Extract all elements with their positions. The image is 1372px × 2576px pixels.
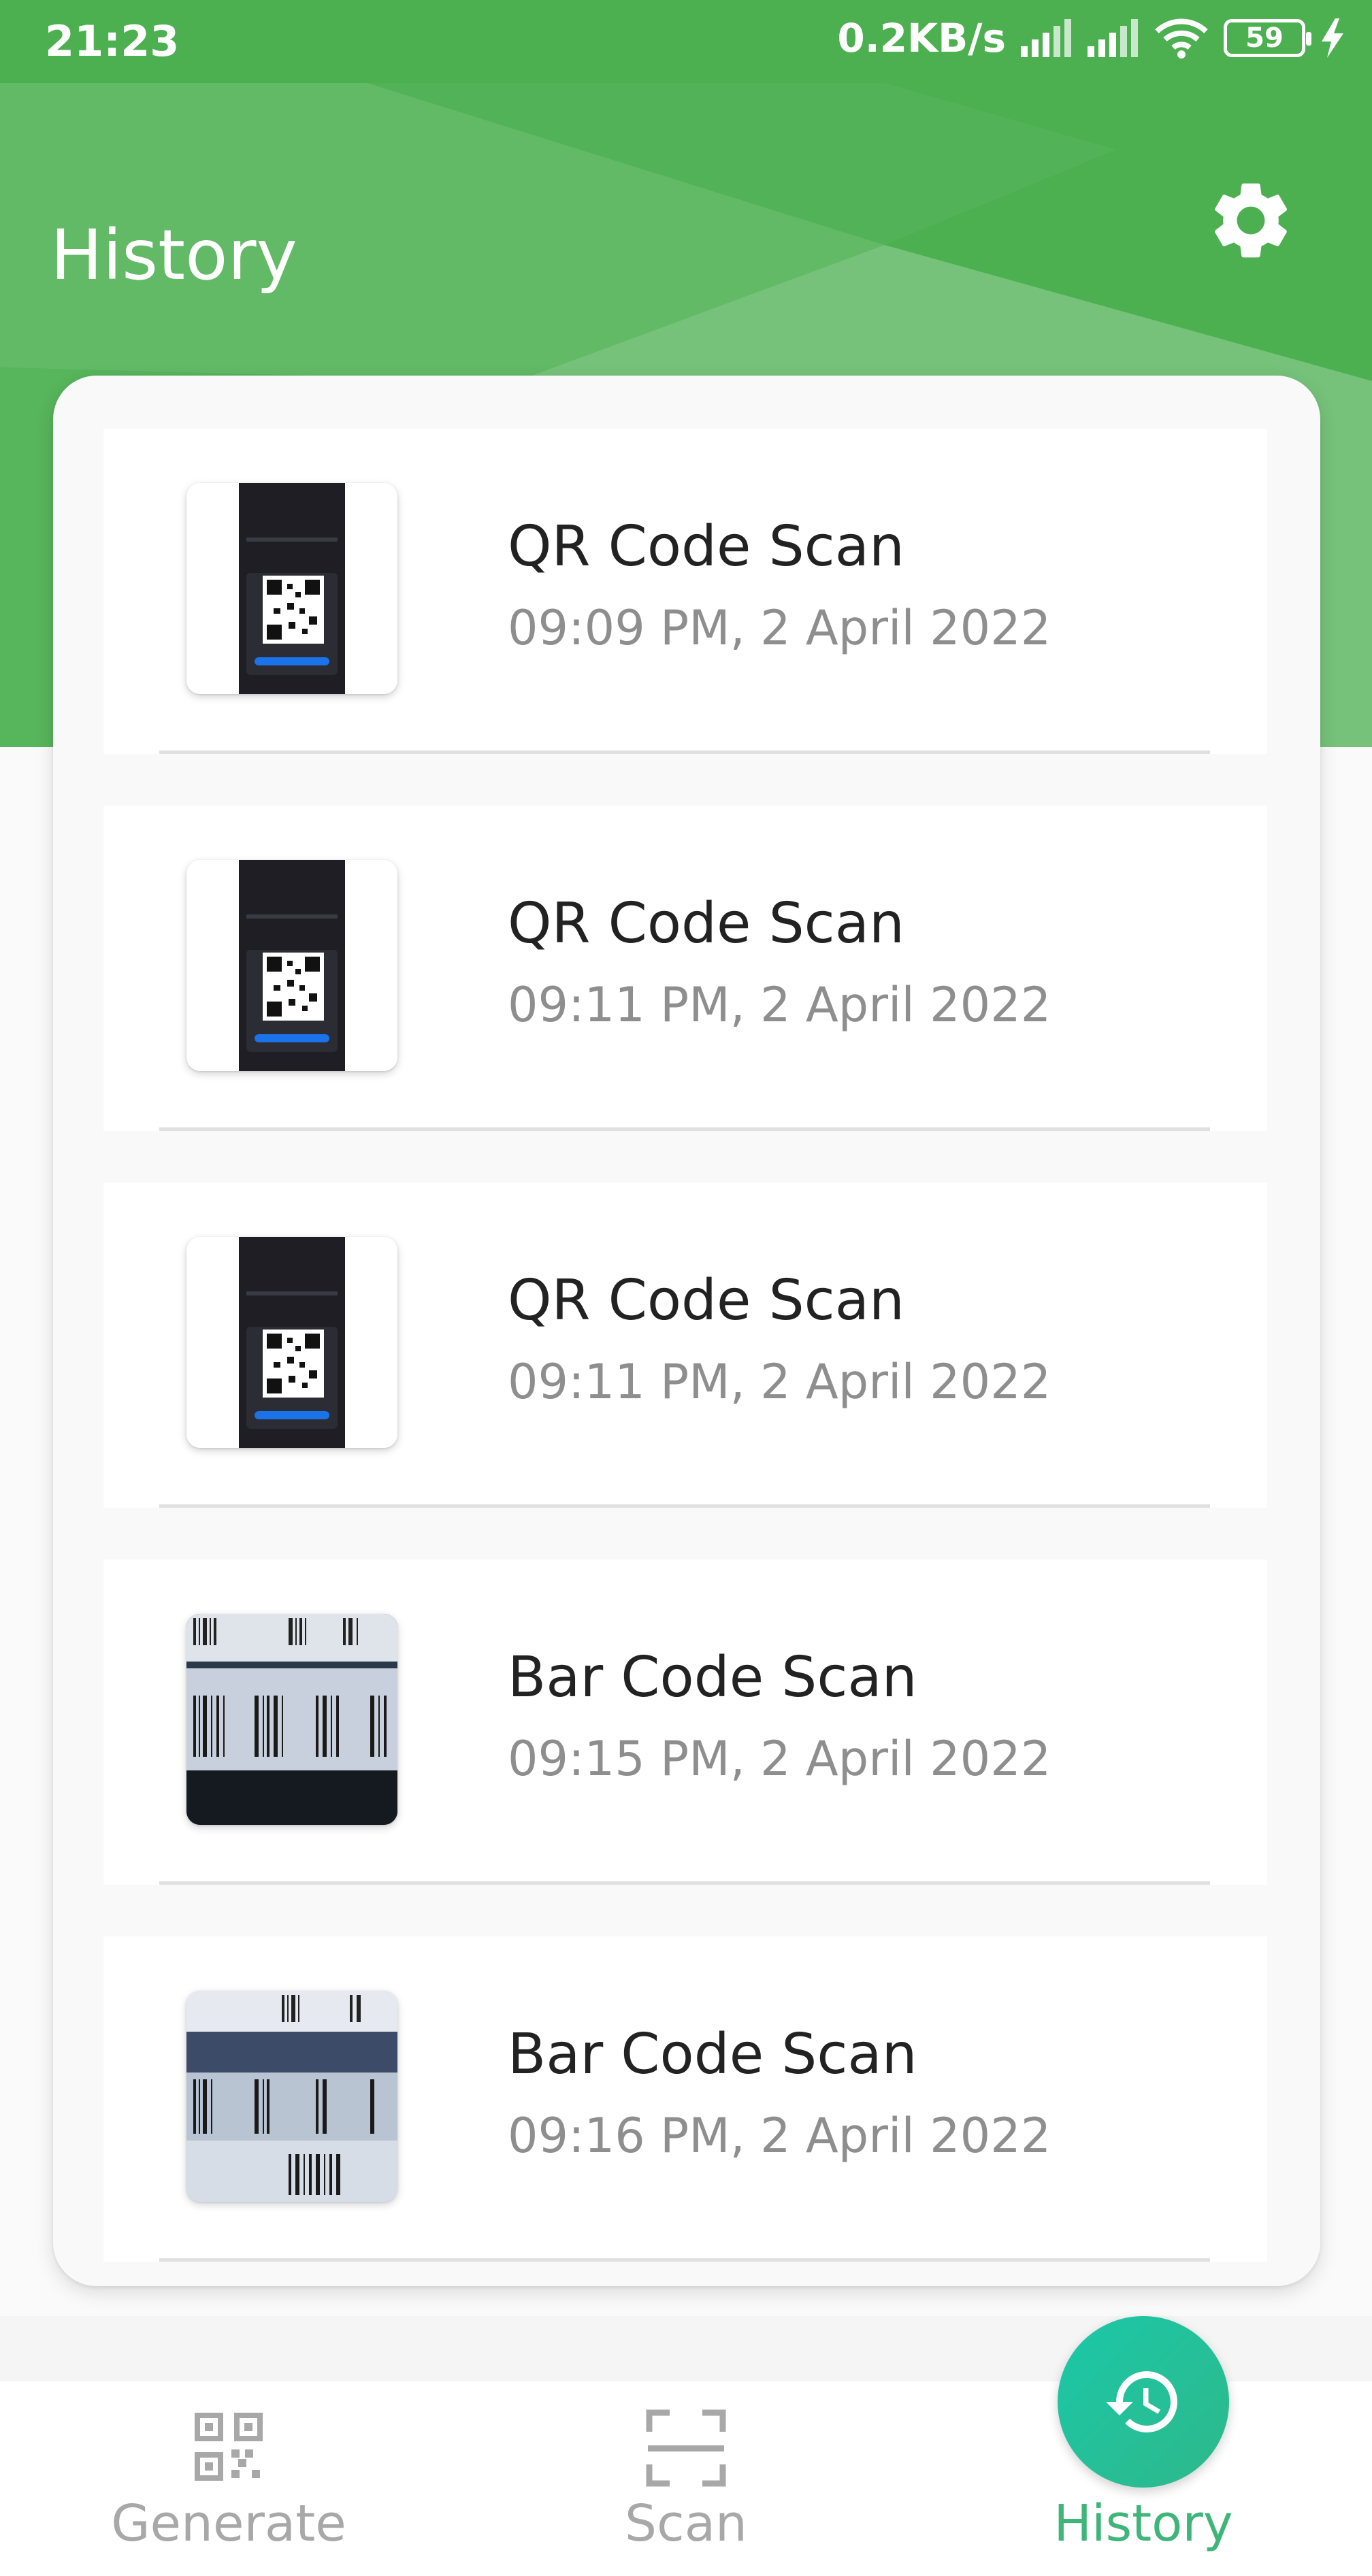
charging-icon — [1322, 18, 1343, 58]
nav-scan[interactable]: Scan — [457, 2381, 915, 2576]
qr-thumbnail — [186, 483, 397, 694]
nav-scan-label: Scan — [625, 2494, 747, 2553]
status-time: 21:23 — [45, 16, 180, 66]
signal-icon-2 — [1088, 19, 1138, 57]
divider — [159, 750, 1210, 754]
signal-icon — [1021, 19, 1071, 57]
qr-thumbnail — [186, 1237, 397, 1448]
qr-generate-icon — [195, 2413, 263, 2481]
network-speed: 0.2KB/s — [837, 15, 1006, 61]
divider — [159, 2258, 1210, 2262]
barcode-thumbnail — [186, 1614, 397, 1825]
history-item[interactable]: QR Code Scan 09:11 PM, 2 April 2022 — [103, 806, 1267, 1131]
history-list-card: QR Code Scan 09:09 PM, 2 April 2022 QR C… — [53, 376, 1320, 2286]
item-timestamp: 09:16 PM, 2 April 2022 — [508, 2108, 1051, 2164]
nav-generate[interactable]: Generate — [0, 2381, 457, 2576]
divider — [159, 1881, 1210, 1885]
qr-thumbnail — [186, 860, 397, 1071]
status-bar: 21:23 0.2KB/s 59 — [0, 0, 1372, 83]
item-title: Bar Code Scan — [508, 1645, 917, 1710]
item-timestamp: 09:15 PM, 2 April 2022 — [508, 1731, 1051, 1787]
divider — [159, 1504, 1210, 1508]
item-timestamp: 09:11 PM, 2 April 2022 — [508, 977, 1051, 1033]
history-item[interactable]: QR Code Scan 09:09 PM, 2 April 2022 — [103, 429, 1267, 754]
item-timestamp: 09:09 PM, 2 April 2022 — [508, 600, 1051, 656]
item-title: QR Code Scan — [508, 514, 904, 579]
page-title: History — [50, 215, 297, 296]
battery-icon: 59 — [1224, 19, 1311, 57]
history-item[interactable]: Bar Code Scan 09:16 PM, 2 April 2022 — [103, 1936, 1267, 2262]
divider — [159, 1127, 1210, 1131]
settings-button[interactable] — [1205, 174, 1297, 267]
scan-icon — [646, 2409, 726, 2487]
gear-icon — [1215, 183, 1287, 258]
barcode-thumbnail — [186, 1991, 397, 2202]
history-item[interactable]: QR Code Scan 09:11 PM, 2 April 2022 — [103, 1183, 1267, 1508]
item-timestamp: 09:11 PM, 2 April 2022 — [508, 1354, 1051, 1410]
item-title: Bar Code Scan — [508, 2022, 917, 2087]
nav-history-label: History — [1054, 2494, 1233, 2553]
wifi-icon — [1155, 18, 1208, 59]
history-icon — [1106, 2371, 1177, 2432]
history-item[interactable]: Bar Code Scan 09:15 PM, 2 April 2022 — [103, 1559, 1267, 1885]
status-indicators: 0.2KB/s 59 — [837, 15, 1345, 61]
item-title: QR Code Scan — [508, 1268, 904, 1333]
history-tab-button[interactable] — [1058, 2316, 1229, 2488]
nav-generate-label: Generate — [111, 2494, 346, 2553]
battery-level: 59 — [1245, 22, 1284, 54]
item-title: QR Code Scan — [508, 891, 904, 956]
